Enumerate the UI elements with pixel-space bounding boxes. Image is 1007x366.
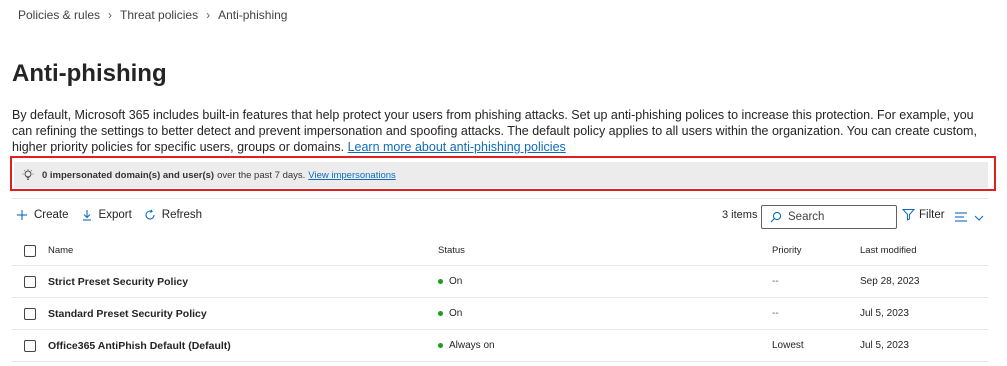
refresh-icon xyxy=(144,209,156,221)
lightbulb-icon xyxy=(22,169,34,181)
breadcrumb-policies-rules[interactable]: Policies & rules xyxy=(18,8,100,22)
status-text: Always on xyxy=(449,340,495,351)
search-placeholder: Search xyxy=(788,211,825,223)
chevron-right-icon: › xyxy=(108,8,113,22)
breadcrumb-threat-policies[interactable]: Threat policies xyxy=(120,8,198,22)
column-header-name[interactable]: Name xyxy=(48,236,73,265)
status-dot-icon xyxy=(438,343,443,348)
view-impersonations-link[interactable]: View impersonations xyxy=(308,170,395,181)
impersonation-banner: 0 impersonated domain(s) and user(s) ove… xyxy=(14,162,988,188)
filter-icon xyxy=(902,208,915,221)
table-row[interactable]: Standard Preset Security Policy On -- Ju… xyxy=(12,298,988,330)
row-checkbox[interactable] xyxy=(24,339,36,352)
policy-priority: -- xyxy=(772,308,779,319)
plus-icon xyxy=(16,209,28,221)
search-input[interactable]: Search xyxy=(761,205,897,229)
items-count: 3 items xyxy=(722,209,758,221)
policy-last-modified: Jul 5, 2023 xyxy=(860,308,909,319)
command-bar: Create Export Refresh xyxy=(16,206,214,224)
breadcrumb: Policies & rules › Threat policies › Ant… xyxy=(18,8,287,22)
row-checkbox[interactable] xyxy=(24,307,36,320)
table-row[interactable]: Strict Preset Security Policy On -- Sep … xyxy=(12,266,988,298)
chevron-right-icon: › xyxy=(206,8,211,22)
create-label: Create xyxy=(34,209,69,221)
policy-status: Always on xyxy=(438,330,495,361)
refresh-label: Refresh xyxy=(161,209,203,221)
status-text: On xyxy=(449,276,463,287)
column-header-status[interactable]: Status xyxy=(438,236,465,265)
export-label: Export xyxy=(98,209,132,221)
row-checkbox[interactable] xyxy=(24,275,36,288)
list-view-icon xyxy=(955,209,969,227)
policy-name[interactable]: Strict Preset Security Policy xyxy=(48,266,188,297)
policies-table: Name Status Priority Last modified Stric… xyxy=(12,236,988,362)
policy-priority: Lowest xyxy=(772,340,804,351)
create-button[interactable]: Create xyxy=(16,209,69,221)
status-dot-icon xyxy=(438,279,443,284)
search-icon xyxy=(770,211,782,223)
page-description: By default, Microsoft 365 includes built… xyxy=(12,107,997,155)
policy-last-modified: Jul 5, 2023 xyxy=(860,340,909,351)
select-all-checkbox[interactable] xyxy=(24,244,36,257)
filter-button[interactable]: Filter xyxy=(902,208,945,221)
column-header-priority[interactable]: Priority xyxy=(772,236,802,265)
status-text: On xyxy=(449,308,463,319)
view-options-button[interactable] xyxy=(955,209,984,227)
policy-name[interactable]: Standard Preset Security Policy xyxy=(48,298,207,329)
banner-bold-text: 0 impersonated domain(s) and user(s) xyxy=(42,169,215,181)
policy-name[interactable]: Office365 AntiPhish Default (Default) xyxy=(48,330,231,361)
page-title: Anti-phishing xyxy=(12,60,167,87)
banner-text: over the past 7 days. xyxy=(217,169,306,181)
policy-priority: -- xyxy=(772,276,779,287)
export-button[interactable]: Export xyxy=(81,209,132,221)
table-header-row: Name Status Priority Last modified xyxy=(12,236,988,266)
table-row[interactable]: Office365 AntiPhish Default (Default) Al… xyxy=(12,330,988,362)
divider xyxy=(12,198,988,199)
policy-last-modified: Sep 28, 2023 xyxy=(860,276,920,287)
column-header-last-modified[interactable]: Last modified xyxy=(860,236,917,265)
breadcrumb-anti-phishing: Anti-phishing xyxy=(218,8,288,22)
policy-status: On xyxy=(438,298,462,329)
refresh-button[interactable]: Refresh xyxy=(144,209,202,221)
policy-status: On xyxy=(438,266,462,297)
learn-more-link[interactable]: Learn more about anti-phishing policies xyxy=(348,140,566,154)
status-dot-icon xyxy=(438,311,443,316)
chevron-down-icon xyxy=(974,214,984,222)
download-icon xyxy=(81,209,93,221)
filter-label: Filter xyxy=(919,208,945,221)
